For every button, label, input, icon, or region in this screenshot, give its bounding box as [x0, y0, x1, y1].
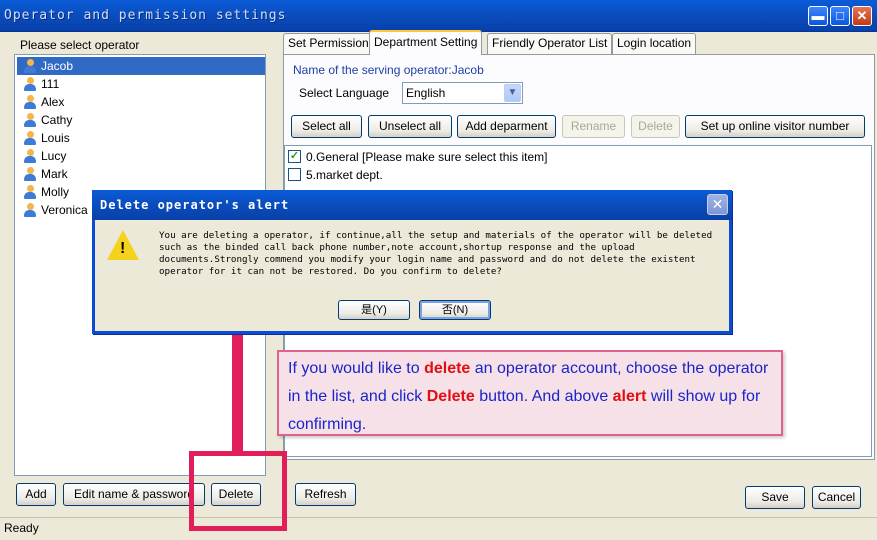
delete-department-button[interactable]: Delete: [631, 115, 680, 138]
annotation-connector: [232, 334, 243, 454]
user-icon: [23, 149, 37, 163]
alert-title: Delete operator's alert: [100, 198, 290, 212]
operator-name: Molly: [41, 185, 70, 199]
operator-name: Louis: [41, 131, 70, 145]
operator-list-label: Please select operator: [20, 38, 140, 52]
user-icon: [23, 77, 37, 91]
callout-keyword: delete: [424, 360, 471, 377]
add-department-button[interactable]: Add deparment: [457, 115, 556, 138]
annotation-highlight-box: [189, 451, 287, 531]
department-label: 0.General [Please make sure select this …: [306, 150, 548, 164]
operator-name: Alex: [41, 95, 65, 109]
edit-name-password-button[interactable]: Edit name & password: [63, 483, 205, 506]
user-icon: [23, 203, 37, 217]
refresh-button[interactable]: Refresh: [295, 483, 356, 506]
department-label: 5.market dept.: [306, 168, 383, 182]
operator-item[interactable]: Lucy: [17, 147, 265, 165]
operator-name: Jacob: [41, 59, 74, 73]
status-text: Ready: [4, 521, 39, 535]
department-item[interactable]: ✓ 0.General [Please make sure select thi…: [288, 149, 547, 165]
status-bar: Ready: [0, 517, 877, 540]
annotation-callout: If you would like to delete an operator …: [277, 350, 783, 436]
operator-item[interactable]: Jacob: [17, 57, 265, 75]
add-operator-button[interactable]: Add: [16, 483, 56, 506]
close-button[interactable]: ✕: [852, 6, 872, 26]
window-title: Operator and permission settings: [4, 8, 287, 23]
operator-name: Mark: [41, 167, 68, 181]
operator-item[interactable]: 111: [17, 75, 265, 93]
tab-department-setting[interactable]: Department Setting: [369, 30, 483, 55]
language-label: Select Language: [299, 86, 390, 100]
user-icon: [23, 59, 37, 73]
user-icon: [23, 113, 37, 127]
user-icon: [23, 131, 37, 145]
unselect-all-button[interactable]: Unselect all: [368, 115, 452, 138]
minimize-button[interactable]: ▬: [808, 6, 828, 26]
operator-item[interactable]: Mark: [17, 165, 265, 183]
operator-name: Cathy: [41, 113, 73, 127]
select-all-button[interactable]: Select all: [291, 115, 362, 138]
save-button[interactable]: Save: [745, 486, 805, 509]
callout-text: button. And above: [474, 388, 613, 405]
checkbox-checked[interactable]: ✓: [288, 150, 301, 163]
chevron-down-icon[interactable]: ▼: [504, 84, 521, 102]
callout-keyword: alert: [612, 388, 647, 405]
operator-name: Veronica: [41, 203, 88, 217]
language-value: English: [406, 86, 446, 100]
language-select[interactable]: English ▼: [402, 82, 523, 104]
alert-message: You are deleting a operator, if continue…: [159, 230, 713, 277]
cancel-button[interactable]: Cancel: [812, 486, 861, 509]
callout-keyword: Delete: [426, 388, 475, 405]
maximize-button[interactable]: □: [830, 6, 850, 26]
operator-name: 111: [41, 77, 60, 91]
alert-close-button[interactable]: ✕: [707, 194, 728, 215]
operator-name: Lucy: [41, 149, 67, 163]
delete-alert-dialog[interactable]: Delete operator's alert ✕ ! You are dele…: [92, 190, 732, 334]
tab-login-location[interactable]: Login location: [612, 33, 697, 54]
checkbox[interactable]: [288, 168, 301, 181]
operator-item[interactable]: Louis: [17, 129, 265, 147]
rename-button[interactable]: Rename: [562, 115, 625, 138]
tab-set-permission[interactable]: Set Permission: [283, 33, 374, 54]
serving-operator-label: Name of the serving operator:Jacob: [293, 63, 484, 77]
user-icon: [23, 95, 37, 109]
alert-titlebar[interactable]: Delete operator's alert ✕: [92, 190, 732, 220]
user-icon: [23, 185, 37, 199]
confirm-no-button[interactable]: 否(N): [419, 300, 491, 320]
window-titlebar[interactable]: Operator and permission settings ▬ □ ✕: [0, 0, 877, 32]
department-item[interactable]: 5.market dept.: [288, 167, 383, 183]
operator-item[interactable]: Alex: [17, 93, 265, 111]
setup-visitor-number-button[interactable]: Set up online visitor number: [685, 115, 865, 138]
callout-text: If you would like to: [288, 360, 425, 377]
operator-item[interactable]: Cathy: [17, 111, 265, 129]
tab-friendly-operator-list[interactable]: Friendly Operator List: [487, 33, 613, 54]
user-icon: [23, 167, 37, 181]
confirm-yes-button[interactable]: 是(Y): [338, 300, 410, 320]
warning-mark: !: [120, 240, 126, 257]
